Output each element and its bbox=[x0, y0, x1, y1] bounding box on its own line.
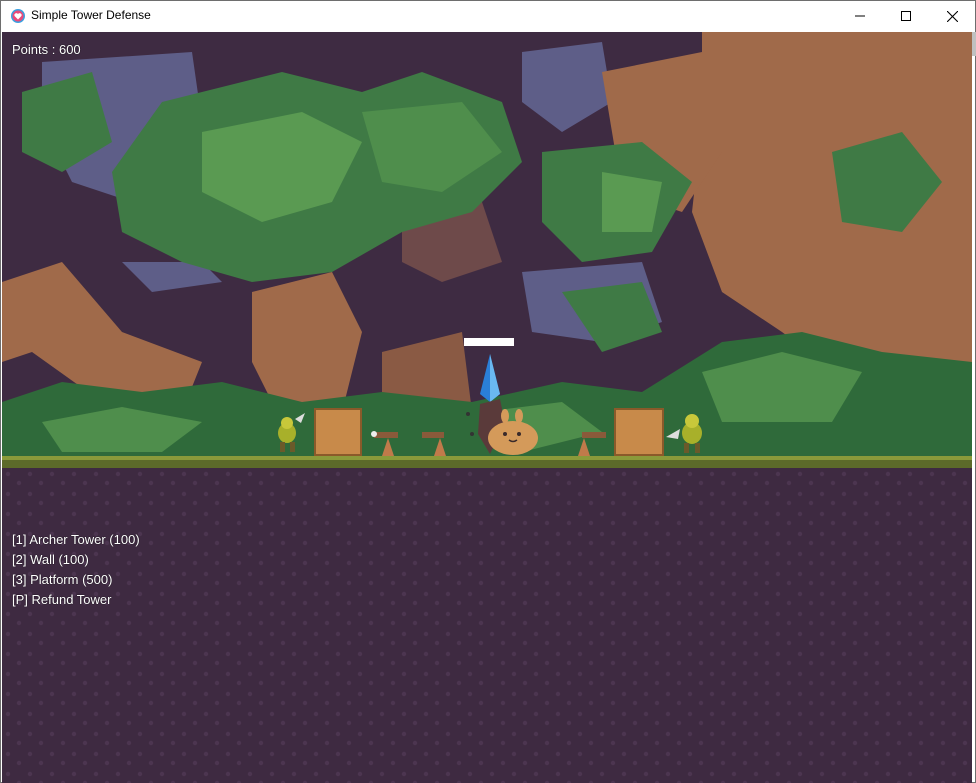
menu-item-wall: [2] Wall (100) bbox=[12, 552, 89, 567]
minimize-button[interactable] bbox=[837, 1, 883, 31]
crystal-health-bar bbox=[464, 338, 514, 346]
goblin-enemy-right bbox=[666, 414, 702, 453]
grass-strip bbox=[2, 456, 972, 468]
soil-ground bbox=[2, 468, 972, 783]
close-button[interactable] bbox=[929, 1, 975, 31]
window-title: Simple Tower Defense bbox=[31, 8, 151, 22]
spike-trap-2 bbox=[422, 432, 446, 456]
heart-icon bbox=[10, 8, 26, 24]
goblin-enemy-left bbox=[278, 413, 305, 452]
menu-item-archer-tower: [1] Archer Tower (100) bbox=[12, 532, 140, 547]
game-window: Simple Tower Defense Points: 600 [1] Ar… bbox=[0, 0, 976, 783]
game-canvas[interactable]: Points : 600 [1] Archer Tower (100) [2] … bbox=[2, 32, 972, 783]
maximize-icon bbox=[901, 11, 911, 21]
scrollbar-thumb[interactable] bbox=[972, 32, 976, 56]
title-bar[interactable]: Simple Tower Defense bbox=[1, 1, 975, 31]
wall-crate-right bbox=[614, 408, 664, 456]
close-icon bbox=[946, 10, 958, 22]
spike-trap-3 bbox=[578, 432, 606, 456]
spike-trap-1 bbox=[371, 431, 398, 456]
slime-guardian bbox=[488, 409, 538, 455]
menu-item-refund-tower: [P] Refund Tower bbox=[12, 592, 112, 607]
points-counter: Points : 600 bbox=[12, 42, 81, 57]
wall-crate-left bbox=[314, 408, 362, 456]
build-menu: [1] Archer Tower (100) [2] Wall (100) [3… bbox=[12, 530, 140, 610]
maximize-button[interactable] bbox=[883, 1, 929, 31]
minimize-icon bbox=[855, 15, 865, 17]
menu-item-platform: [3] Platform (500) bbox=[12, 572, 113, 587]
